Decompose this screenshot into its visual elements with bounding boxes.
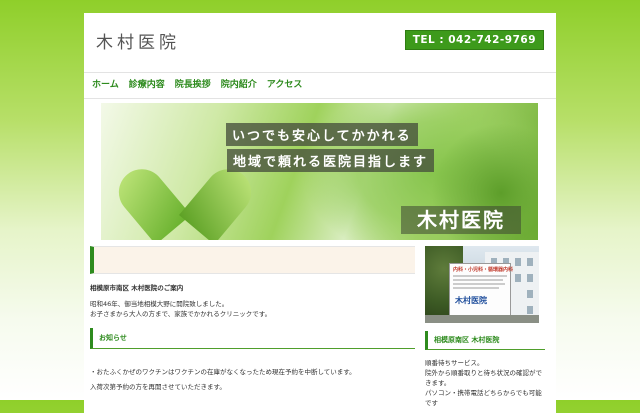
hero-tagline-2: 地域で頼れる医院目指します: [227, 149, 435, 172]
main-content: 相模原市南区 木村医院のご案内 昭和46年、御当地相模大野に開院致しました。 お…: [90, 246, 415, 395]
ground: [425, 315, 539, 323]
nav-item-facility[interactable]: 院内紹介: [221, 77, 257, 90]
site-title[interactable]: 木村医院: [96, 28, 180, 53]
hero-banner: いつでも安心してかかれる 地域で頼れる医院目指します 木村医院: [101, 103, 538, 240]
notice-line-2: 入荷次第予約の方を再開させていただきます。: [90, 383, 226, 391]
sidebar-title[interactable]: 相模原南区 木村医院: [425, 331, 545, 350]
sign-specialties: 内科・小児科・循環器内科: [453, 267, 514, 273]
sidebar-text: 順番待ちサービス。 院外から順番取りと待ち状況の確認ができます。 パソコン・携帯…: [425, 358, 545, 408]
clinic-sign: 内科・小児科・循環器内科 木村医院: [449, 263, 514, 317]
main-nav: ホーム 診療内容 院長挨拶 院内紹介 アクセス: [92, 77, 312, 90]
tel-badge[interactable]: TEL : 042-742-9769: [404, 30, 544, 50]
nav-item-greeting[interactable]: 院長挨拶: [175, 77, 211, 90]
sidebar: 内科・小児科・循環器内科 木村医院 相模原南区 木村医院 順番待ちサービス。 院…: [425, 246, 545, 408]
nav-item-treatment[interactable]: 診療内容: [129, 77, 165, 90]
nav-item-home[interactable]: ホーム: [92, 77, 119, 90]
heart-leaf-image: [109, 143, 261, 240]
nav-divider-bottom: [84, 98, 556, 99]
hero-logo-text: 木村医院: [401, 206, 521, 234]
intro-line-1: 昭和46年、御当地相模大野に開院致しました。: [90, 300, 229, 308]
intro-line-2: お子さまから大人の方まで、家族でかかれるクリニックです。: [90, 310, 272, 318]
sidebar-line-1: 順番待ちサービス。: [425, 359, 484, 367]
notice-line-1: ・おたふくかぜのワクチンはワクチンの在庫がなくなったため現在予約を中断しています…: [90, 368, 356, 376]
sign-clinic-name: 木村医院: [455, 296, 487, 305]
nav-divider-top: [84, 72, 556, 73]
intro-text: 昭和46年、御当地相模大野に開院致しました。 お子さまから大人の方まで、家族でか…: [90, 299, 415, 319]
intro-title: 相模原市南区 木村医院のご案内: [90, 284, 184, 292]
hero-tagline-1: いつでも安心してかかれる: [226, 123, 418, 146]
section-header-bar: [90, 246, 415, 274]
notice-text: ・おたふくかぜのワクチンはワクチンの在庫がなくなったため現在予約を中断しています…: [90, 365, 415, 395]
sidebar-line-2: 院外から順番取りと待ち状況の確認ができます。: [425, 369, 542, 387]
page-container: 木村医院 TEL : 042-742-9769 ホーム 診療内容 院長挨拶 院内…: [84, 13, 556, 413]
clinic-photo[interactable]: 内科・小児科・循環器内科 木村医院: [425, 246, 539, 323]
nav-item-access[interactable]: アクセス: [267, 77, 303, 90]
notice-heading: お知らせ: [90, 328, 415, 349]
sidebar-line-3: パソコン・携帯電話どちらからでも可能です: [425, 389, 542, 407]
